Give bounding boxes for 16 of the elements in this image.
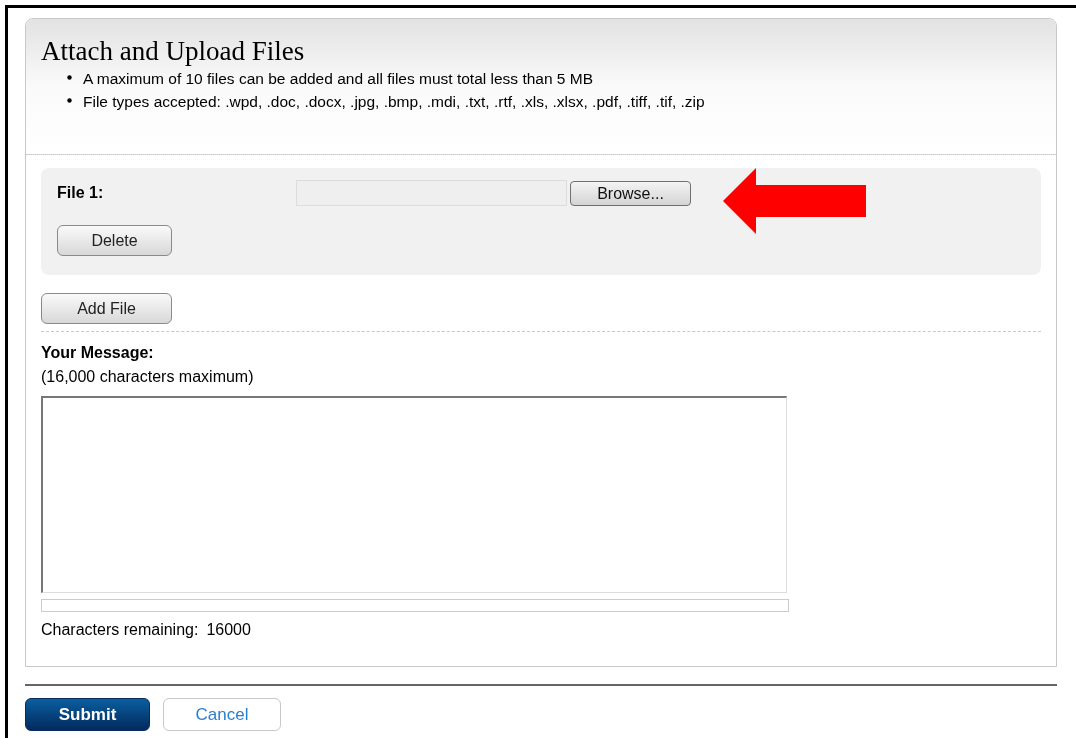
cancel-button[interactable]: Cancel — [163, 698, 281, 731]
add-file-button[interactable]: Add File — [41, 293, 172, 324]
browse-button[interactable]: Browse... — [570, 180, 691, 206]
page-title: Attach and Upload Files — [41, 35, 306, 67]
note-text: A maximum of 10 files can be added and all files must total less than 5 MB — [83, 69, 594, 89]
message-label: Your Message: — [41, 343, 155, 363]
delete-button[interactable]: Delete — [57, 225, 172, 256]
characters-remaining-label: Characters remaining: — [41, 620, 199, 640]
bullet-icon — [67, 75, 72, 81]
bullet-icon — [67, 98, 72, 104]
message-field[interactable] — [41, 396, 787, 593]
message-hint: (16,000 characters maximum) — [41, 367, 255, 387]
file-label: File 1: — [57, 183, 105, 203]
submit-button[interactable]: Submit — [25, 698, 150, 731]
note-text: File types accepted: .wpd, .doc, .docx, .jpg, .bmp, .mdi, .txt, .rtf, .xls, .xlsx, .pdf, .tiff, .tif, .zip — [83, 92, 705, 112]
characters-remaining-count: 16000 — [206, 620, 251, 640]
